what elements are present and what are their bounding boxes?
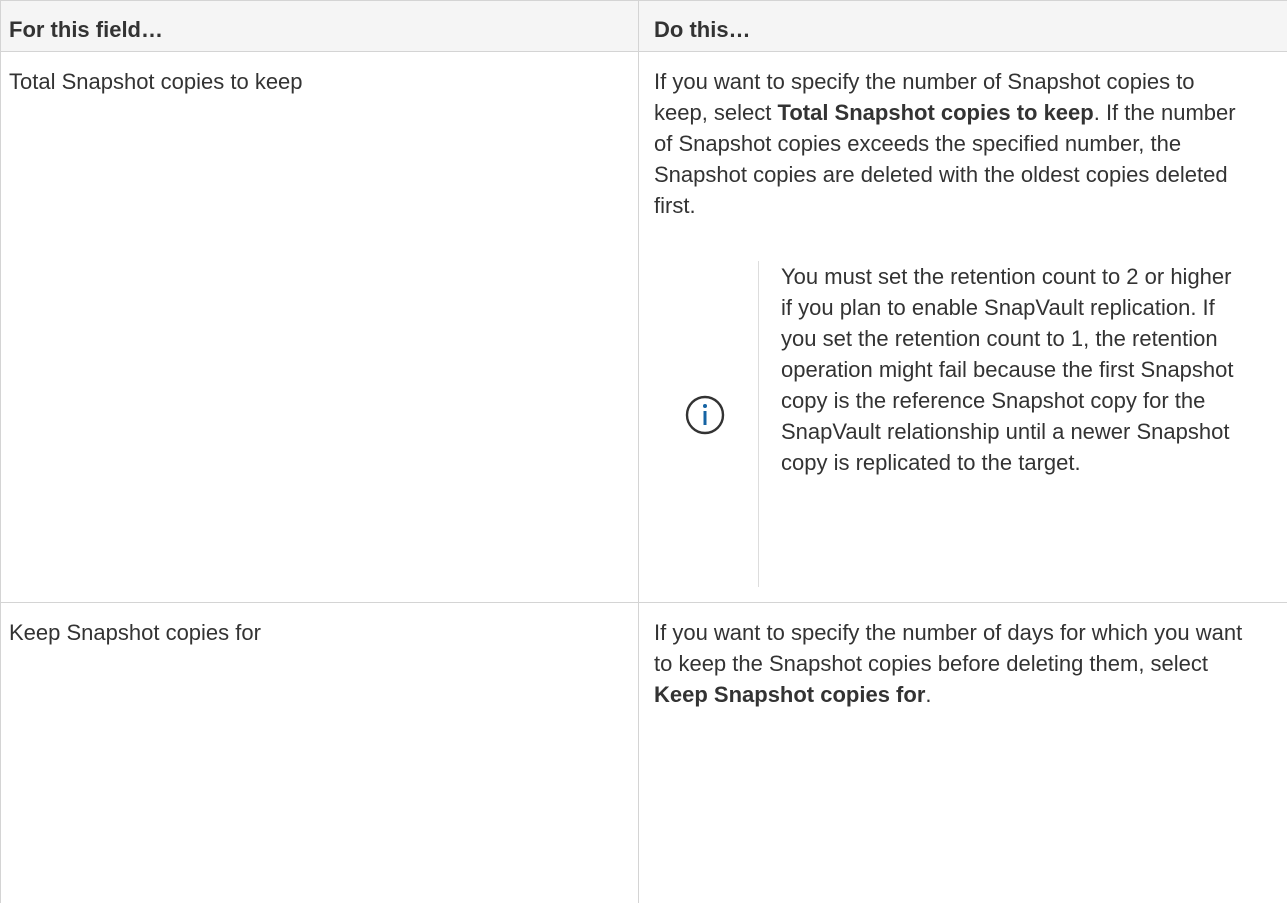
note-divider [758, 261, 759, 587]
note-text: You must set the retention count to 2 or… [781, 261, 1241, 478]
table-row: Total Snapshot copies to keep If you wan… [1, 52, 1287, 603]
field-name: Total Snapshot copies to keep [9, 69, 303, 94]
header-field: For this field… [1, 1, 639, 52]
field-cell: Keep Snapshot copies for [1, 603, 639, 903]
field-cell: Total Snapshot copies to keep [1, 52, 639, 603]
action-text-bold: Total Snapshot copies to keep [778, 100, 1094, 125]
action-text-post: . [925, 682, 931, 707]
info-circle-icon [681, 391, 729, 439]
header-action: Do this… [639, 1, 1287, 52]
action-text-pre: If you want to specify the number of day… [654, 620, 1242, 676]
action-cell: If you want to specify the number of Sna… [639, 52, 1287, 603]
table-row: Keep Snapshot copies for If you want to … [1, 603, 1287, 903]
table-header-row: For this field… Do this… [1, 1, 1287, 52]
action-cell: If you want to specify the number of day… [639, 603, 1287, 903]
action-text-bold: Keep Snapshot copies for [654, 682, 925, 707]
action-text: If you want to specify the number of Sna… [654, 66, 1251, 221]
options-table: For this field… Do this… Total Snapshot … [0, 0, 1287, 903]
action-text: If you want to specify the number of day… [654, 617, 1251, 710]
note-admonition: You must set the retention count to 2 or… [654, 261, 1251, 587]
field-name: Keep Snapshot copies for [9, 620, 261, 645]
